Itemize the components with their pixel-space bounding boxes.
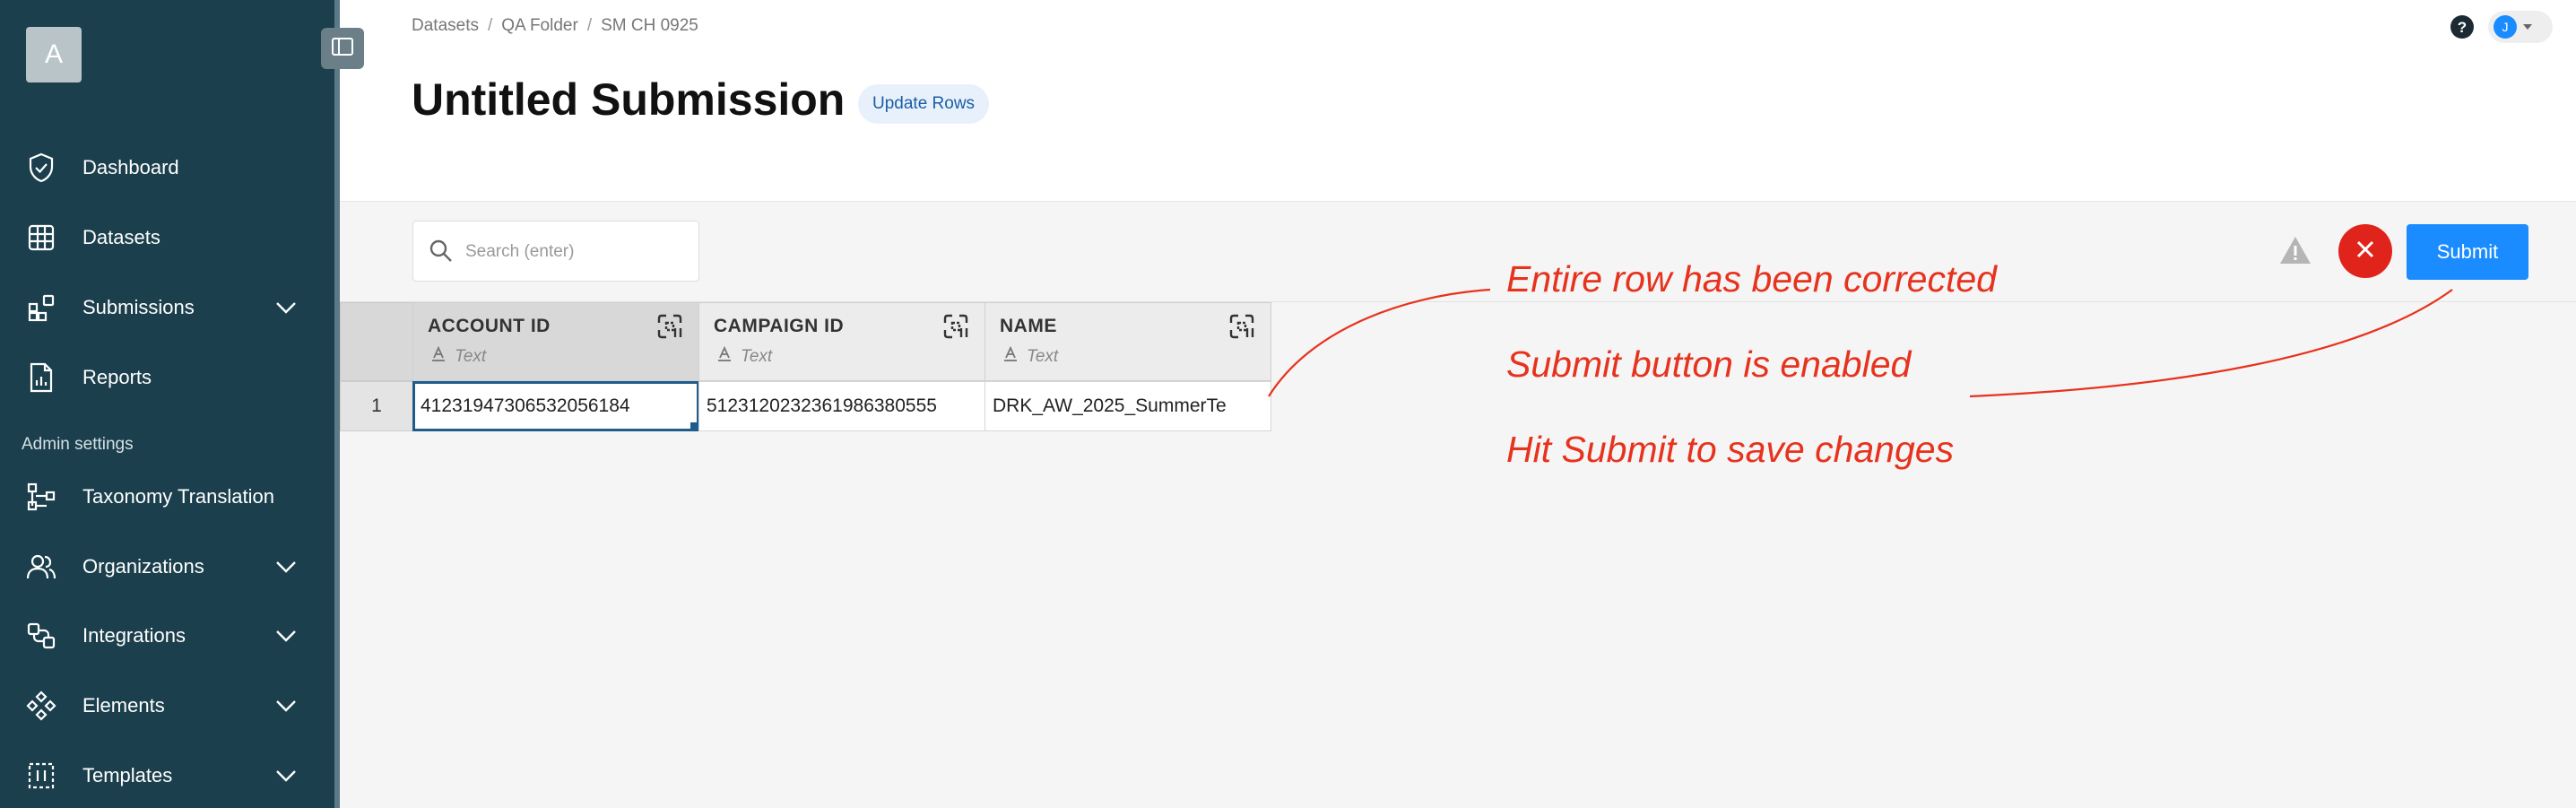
search-box (412, 221, 699, 282)
row-number[interactable]: 1 (340, 381, 413, 431)
search-icon (429, 239, 453, 267)
column-options-icon[interactable] (655, 312, 684, 341)
sidebar-item-submissions[interactable]: Submissions (0, 281, 334, 334)
sidebar-toggle-icon (331, 37, 354, 61)
annotation-row-corrected: Entire row has been corrected (1506, 258, 1997, 300)
sidebar-item-taxonomy-translation[interactable]: Taxonomy Translation (0, 470, 334, 524)
fill-handle[interactable] (690, 422, 697, 429)
breadcrumb-separator: / (586, 16, 593, 35)
table-cell-name[interactable]: DRK_AW_2025_SummerTe (984, 381, 1271, 431)
column-name: NAME (1000, 316, 1057, 336)
column-header-name[interactable]: NAME Text (984, 302, 1271, 381)
grid-icon (24, 221, 58, 255)
cell-value: 5123120232361986380555 (707, 395, 937, 416)
shield-check-icon (24, 151, 58, 185)
svg-text:?: ? (2458, 19, 2467, 36)
close-icon (2355, 239, 2375, 264)
column-header-campaign-id[interactable]: CAMPAIGN ID Text (698, 302, 985, 381)
breadcrumb-separator: / (487, 16, 493, 35)
text-type-icon (431, 345, 446, 368)
sidebar-item-label: Organizations (82, 555, 204, 578)
text-type-icon (1003, 345, 1018, 368)
sidebar-item-templates[interactable]: Templates (0, 749, 334, 803)
org-avatar[interactable]: A (26, 27, 82, 83)
sidebar-item-datasets[interactable]: Datasets (0, 211, 334, 265)
text-type-icon (717, 345, 732, 368)
column-options-icon[interactable] (941, 312, 970, 341)
chevron-down-icon[interactable] (273, 763, 299, 788)
flow-icon (24, 480, 58, 514)
sidebar-item-label: Reports (82, 366, 152, 388)
breadcrumb-datasets[interactable]: Datasets (412, 16, 479, 36)
row-header-corner (340, 302, 413, 381)
sidebar-collapse-button[interactable] (321, 28, 364, 69)
column-name: CAMPAIGN ID (714, 316, 845, 336)
column-type: Text (431, 345, 487, 368)
cell-value: 41231947306532056184 (421, 395, 630, 416)
column-type-label: Text (1027, 347, 1059, 366)
column-type: Text (717, 345, 773, 368)
integrations-icon (24, 619, 58, 653)
diamond-grid-icon (24, 689, 58, 723)
table-cell-account-id[interactable]: 41231947306532056184 (412, 381, 699, 431)
annotation-submit-enabled: Submit button is enabled (1506, 343, 1912, 385)
sidebar-item-label: Elements (82, 694, 165, 717)
sidebar-item-label: Taxonomy Translation (82, 485, 274, 508)
user-menu[interactable]: J (2488, 11, 2553, 43)
table-cell-campaign-id[interactable]: 5123120232361986380555 (698, 381, 985, 431)
sidebar-item-reports[interactable]: Reports (0, 351, 334, 404)
page-header: Datasets / QA Folder / SM CH 0925 Untitl… (340, 0, 2576, 202)
breadcrumb: Datasets / QA Folder / SM CH 0925 (412, 16, 698, 36)
chevron-down-icon[interactable] (273, 693, 299, 718)
chevron-down-icon[interactable] (273, 295, 299, 320)
chevron-down-icon[interactable] (273, 554, 299, 579)
sidebar-item-label: Integrations (82, 624, 186, 647)
warning-icon (2278, 235, 2312, 267)
annotation-hit-submit: Hit Submit to save changes (1506, 429, 1955, 470)
chevron-down-icon[interactable] (273, 623, 299, 648)
avatar: J (2494, 15, 2517, 39)
sidebar-item-label: Submissions (82, 296, 195, 318)
admin-settings-label: Admin settings (22, 435, 134, 454)
sidebar-item-label: Templates (82, 764, 173, 786)
users-icon (24, 550, 58, 584)
sidebar-item-label: Dashboard (82, 156, 179, 178)
sidebar-item-dashboard[interactable]: Dashboard (0, 141, 334, 195)
template-icon (24, 759, 58, 793)
column-options-icon[interactable] (1227, 312, 1256, 341)
column-type-label: Text (455, 347, 487, 366)
cancel-button[interactable] (2338, 224, 2392, 278)
sidebar-item-integrations[interactable]: Integrations (0, 609, 334, 663)
sidebar-item-organizations[interactable]: Organizations (0, 540, 334, 594)
breadcrumb-qa-folder[interactable]: QA Folder (501, 16, 578, 36)
report-icon (24, 361, 58, 395)
submit-button[interactable]: Submit (2407, 224, 2528, 280)
column-name: ACCOUNT ID (428, 316, 551, 336)
sidebar-item-label: Datasets (82, 226, 160, 248)
blocks-icon (24, 291, 58, 325)
caret-down-icon (2522, 19, 2533, 35)
search-input[interactable] (465, 238, 690, 266)
sidebar: A Dashboard Datasets Submissions Reports… (0, 0, 334, 808)
column-type-label: Text (741, 347, 773, 366)
cell-value: DRK_AW_2025_SummerTe (993, 395, 1227, 416)
help-icon[interactable]: ? (2450, 14, 2475, 39)
sidebar-item-elements[interactable]: Elements (0, 679, 334, 733)
page-title: Untitled Submission (412, 74, 846, 125)
breadcrumb-current: SM CH 0925 (601, 16, 698, 35)
update-rows-badge: Update Rows (858, 84, 990, 124)
column-type: Text (1003, 345, 1059, 368)
column-header-account-id[interactable]: ACCOUNT ID Text (412, 302, 699, 381)
